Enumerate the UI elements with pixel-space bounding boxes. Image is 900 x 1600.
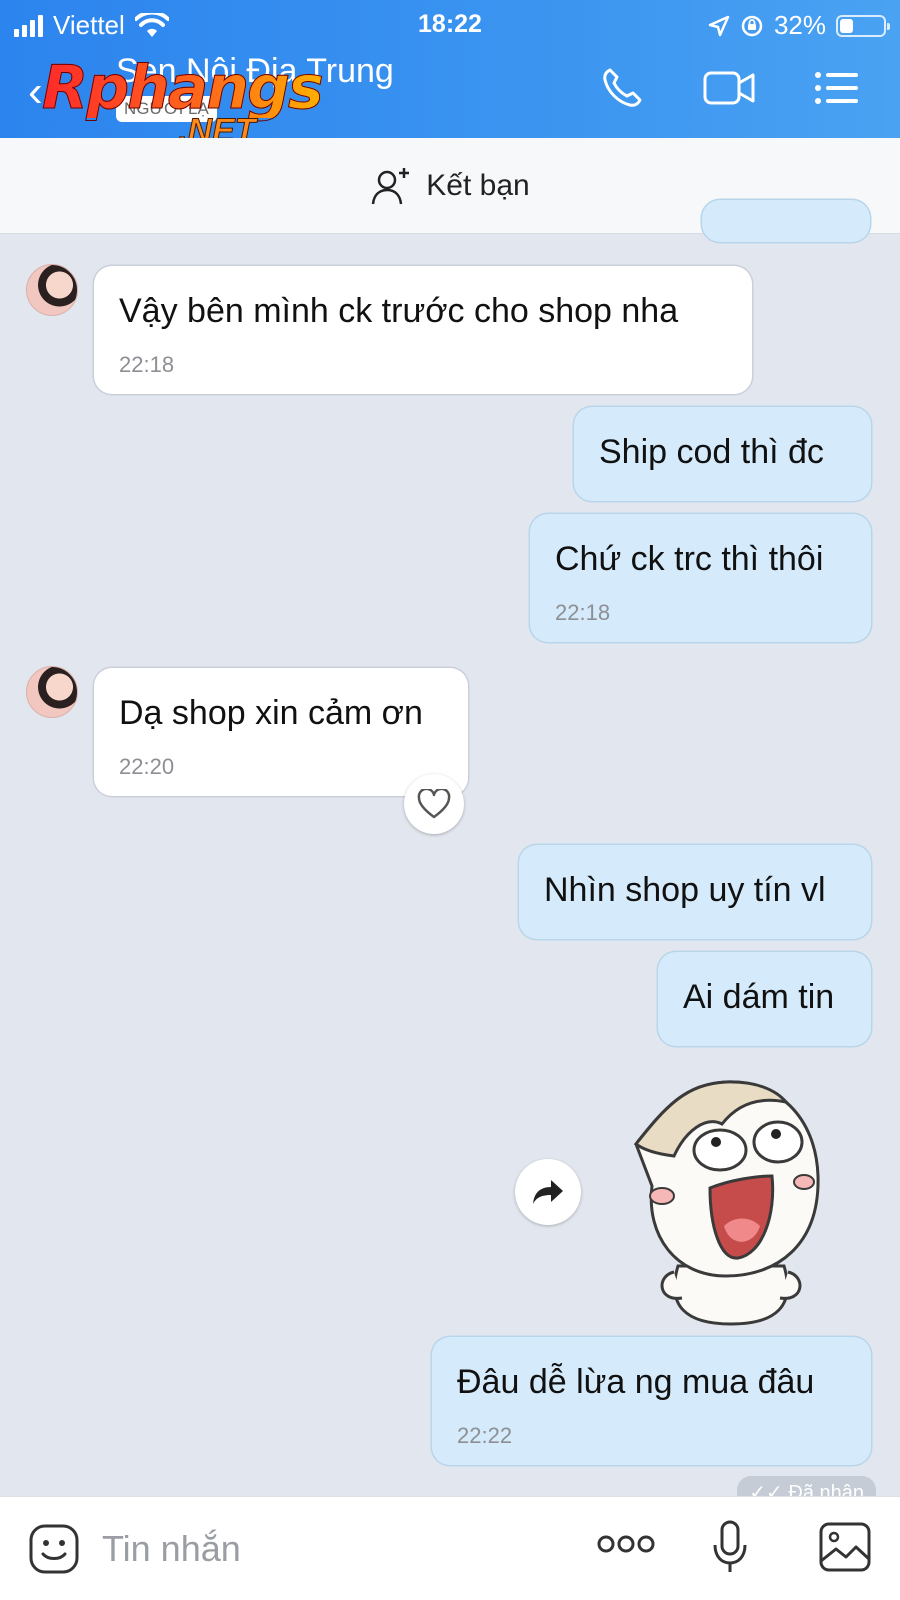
sticker-icon[interactable] [28,1523,80,1575]
message-text: Ai dám tin [683,978,835,1016]
back-icon[interactable]: ‹ [28,70,43,114]
watermark-logo: Rphangs .NET [42,53,325,151]
message-text: Nhìn shop uy tín vl [544,871,826,909]
status-right: 32% [708,10,890,41]
image-icon[interactable] [818,1521,872,1573]
nav-bar: ‹ Sen Nội Địa Trung NGƯỜI LẠ Rphangs .NE… [0,50,900,151]
message-time: 22:20 [119,754,175,779]
chat-header: Viettel 18:22 32% ‹ Sen Nội Địa Trung NG… [0,0,900,151]
location-icon [708,15,730,36]
rotation-lock-icon [741,15,763,36]
microphone-icon[interactable] [712,1519,748,1575]
forward-icon [533,1180,563,1204]
message-text: Vậy bên mình ck trước cho shop nha [119,292,679,330]
battery-percent: 32% [773,10,826,40]
status-bar: Viettel 18:22 32% [0,6,900,42]
sticker-image[interactable] [626,1076,836,1326]
watermark-top: Rphangs [42,53,325,123]
react-heart-button[interactable] [404,774,464,834]
menu-list-icon[interactable] [814,70,860,106]
add-friend-label: Kết bạn [426,168,530,202]
message-bubble-incoming[interactable]: Dạ shop xin cảm ơn 22:20 [94,668,468,796]
phone-icon[interactable] [600,66,644,110]
composer-bar [0,1496,900,1600]
message-bubble-outgoing[interactable]: Chứ ck trc thì thôi 22:18 [530,514,871,642]
message-time: 22:22 [457,1423,513,1448]
message-text: Đâu dễ lừa ng mua đâu [457,1363,815,1401]
message-bubble-outgoing[interactable]: Đâu dễ lừa ng mua đâu 22:22 [432,1337,871,1465]
message-bubble-outgoing[interactable]: Ship cod thì đc [574,407,871,501]
heart-icon [417,789,451,819]
header-actions [600,66,860,110]
message-input[interactable] [102,1519,542,1579]
message-bubble-outgoing[interactable]: Ai dám tin [658,952,871,1046]
message-bubble-outgoing[interactable]: Nhìn shop uy tín vl [519,845,871,939]
video-call-icon[interactable] [702,68,756,108]
message-text: Chứ ck trc thì thôi [555,540,824,578]
battery-fill [840,18,853,33]
message-bubble-incoming[interactable]: Vậy bên mình ck trước cho shop nha 22:18 [94,266,752,394]
battery-icon [836,14,890,37]
message-time: 22:18 [119,352,175,377]
message-time: 22:18 [555,600,611,625]
more-icon[interactable] [596,1533,656,1555]
message-text: Ship cod thì đc [599,433,824,471]
message-text: Dạ shop xin cảm ơn [119,694,423,732]
forward-button[interactable] [515,1159,581,1225]
contact-avatar[interactable] [26,666,78,718]
message-bubble-partial [702,200,870,242]
add-friend-icon [372,167,410,204]
contact-avatar[interactable] [26,264,78,316]
